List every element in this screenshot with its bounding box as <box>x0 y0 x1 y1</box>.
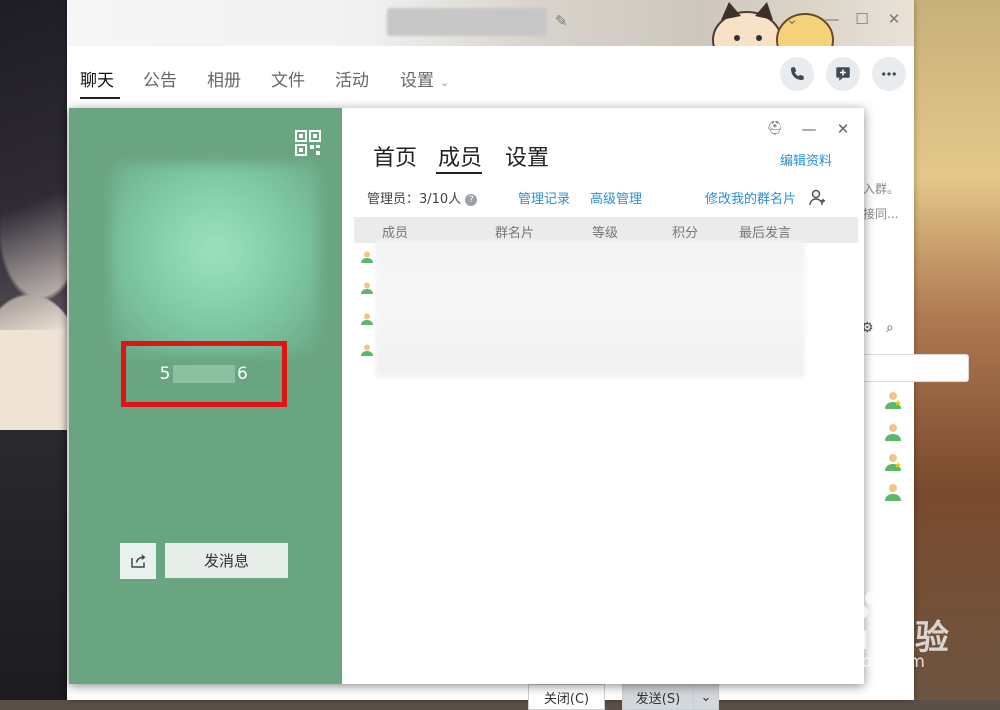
member-rows-masked <box>375 241 805 377</box>
add-member-icon[interactable] <box>808 188 826 206</box>
chevron-down-icon: ⌄ <box>440 76 450 89</box>
cartoon-cat-decoration <box>712 2 834 46</box>
minimize-icon[interactable]: — <box>823 10 841 28</box>
member-tools: ⚙ ⌕ <box>861 320 894 336</box>
tab-activity[interactable]: 活动 <box>335 66 369 91</box>
edit-profile-link[interactable]: 编辑资料 <box>780 150 832 169</box>
skin-icon[interactable]: ⛑ <box>766 120 784 138</box>
send-message-button[interactable]: 发消息 <box>165 543 288 578</box>
help-icon[interactable]: ? <box>465 193 478 206</box>
active-tab-indicator <box>80 97 120 99</box>
chat-add-icon <box>836 67 850 81</box>
tab-chat[interactable]: 聊天 <box>80 66 114 91</box>
send-options-chevron-icon[interactable]: ⌄ <box>693 684 719 710</box>
tab-announcement[interactable]: 公告 <box>143 66 177 91</box>
admin-count-text: 管理员：3/10人 <box>367 192 462 207</box>
tab-files[interactable]: 文件 <box>271 66 305 91</box>
tab-settings-label: 设置 <box>400 71 434 91</box>
group-id: 56 <box>126 364 282 384</box>
side-snippet: 接同... <box>863 207 899 221</box>
baidu-jingyan-watermark: Baidu 经验 jingyan.baidu.com <box>760 590 960 680</box>
add-message-button[interactable] <box>826 57 860 91</box>
tab-settings[interactable]: 设置 ⌄ <box>400 66 449 91</box>
column-header-level[interactable]: 等级 <box>592 222 618 241</box>
manage-log-link[interactable]: 管理记录 <box>518 188 570 207</box>
wallpaper-character-coat <box>0 430 70 700</box>
edit-name-icon[interactable]: ✎ <box>555 12 573 30</box>
column-header-card[interactable]: 群名片 <box>495 222 534 241</box>
close-icon[interactable]: ✕ <box>885 10 903 28</box>
wallpaper-character-hair <box>0 0 70 330</box>
group-name-masked <box>387 8 547 36</box>
send-button[interactable]: 发送(S) <box>622 684 694 710</box>
column-header-last-post[interactable]: 最后发言 <box>739 222 791 241</box>
member-avatar-icon <box>885 484 901 501</box>
group-id-prefix: 5 <box>159 364 171 384</box>
side-snippet: 入群。 <box>863 182 900 196</box>
title-bar: ✎ ⌄ — ☐ ✕ <box>67 0 914 46</box>
search-icon[interactable]: ⌕ <box>886 320 894 336</box>
share-icon <box>131 554 146 568</box>
member-admin-avatar-icon <box>885 392 901 409</box>
tab-members[interactable]: 成员 <box>438 140 482 172</box>
member-row-avatar-icon <box>361 344 373 356</box>
member-row-avatar-icon <box>361 282 373 294</box>
minimize-icon[interactable]: — <box>800 120 818 138</box>
more-dots-icon <box>882 72 896 76</box>
phone-icon <box>791 67 804 80</box>
more-button[interactable] <box>872 57 906 91</box>
close-button[interactable]: 关闭(C) <box>528 684 605 710</box>
phone-call-button[interactable] <box>780 57 814 91</box>
member-row-avatar-icon <box>361 251 373 263</box>
active-tab-indicator <box>436 172 482 174</box>
member-search-input[interactable] <box>855 354 969 382</box>
column-header-points[interactable]: 积分 <box>672 222 698 241</box>
admin-summary: 管理员：3/10人? <box>367 188 478 207</box>
maximize-icon[interactable]: ☐ <box>853 10 871 28</box>
chevron-down-icon[interactable]: ⌄ <box>783 10 801 28</box>
members-table-header: 成员 群名片 等级 积分 最后发言 <box>354 217 858 243</box>
member-admin-avatar-icon <box>885 454 901 471</box>
tab-home[interactable]: 首页 <box>373 140 417 172</box>
member-avatar-icon <box>885 424 901 441</box>
member-row-avatar-icon <box>361 313 373 325</box>
group-id-highlight: 56 <box>121 341 287 407</box>
tab-group-settings[interactable]: 设置 <box>505 140 549 172</box>
advanced-manage-link[interactable]: 高级管理 <box>590 188 642 207</box>
close-icon[interactable]: ✕ <box>834 120 852 138</box>
watermark-url: jingyan.baidu.com <box>768 652 925 672</box>
group-card-left-panel: 56 发消息 <box>69 108 342 684</box>
group-id-masked <box>173 365 235 383</box>
group-info-card: 56 发消息 ⛑ — ✕ 首页 成员 设置 编辑资料 管理员：3/10人? 管理… <box>69 108 864 684</box>
tab-album[interactable]: 相册 <box>207 66 241 91</box>
share-button[interactable] <box>120 543 156 579</box>
edit-my-card-link[interactable]: 修改我的群名片 <box>705 188 796 207</box>
qr-code-icon[interactable] <box>295 130 321 156</box>
group-id-suffix: 6 <box>237 364 249 384</box>
column-header-member[interactable]: 成员 <box>382 222 408 241</box>
group-avatar-masked <box>111 164 319 354</box>
